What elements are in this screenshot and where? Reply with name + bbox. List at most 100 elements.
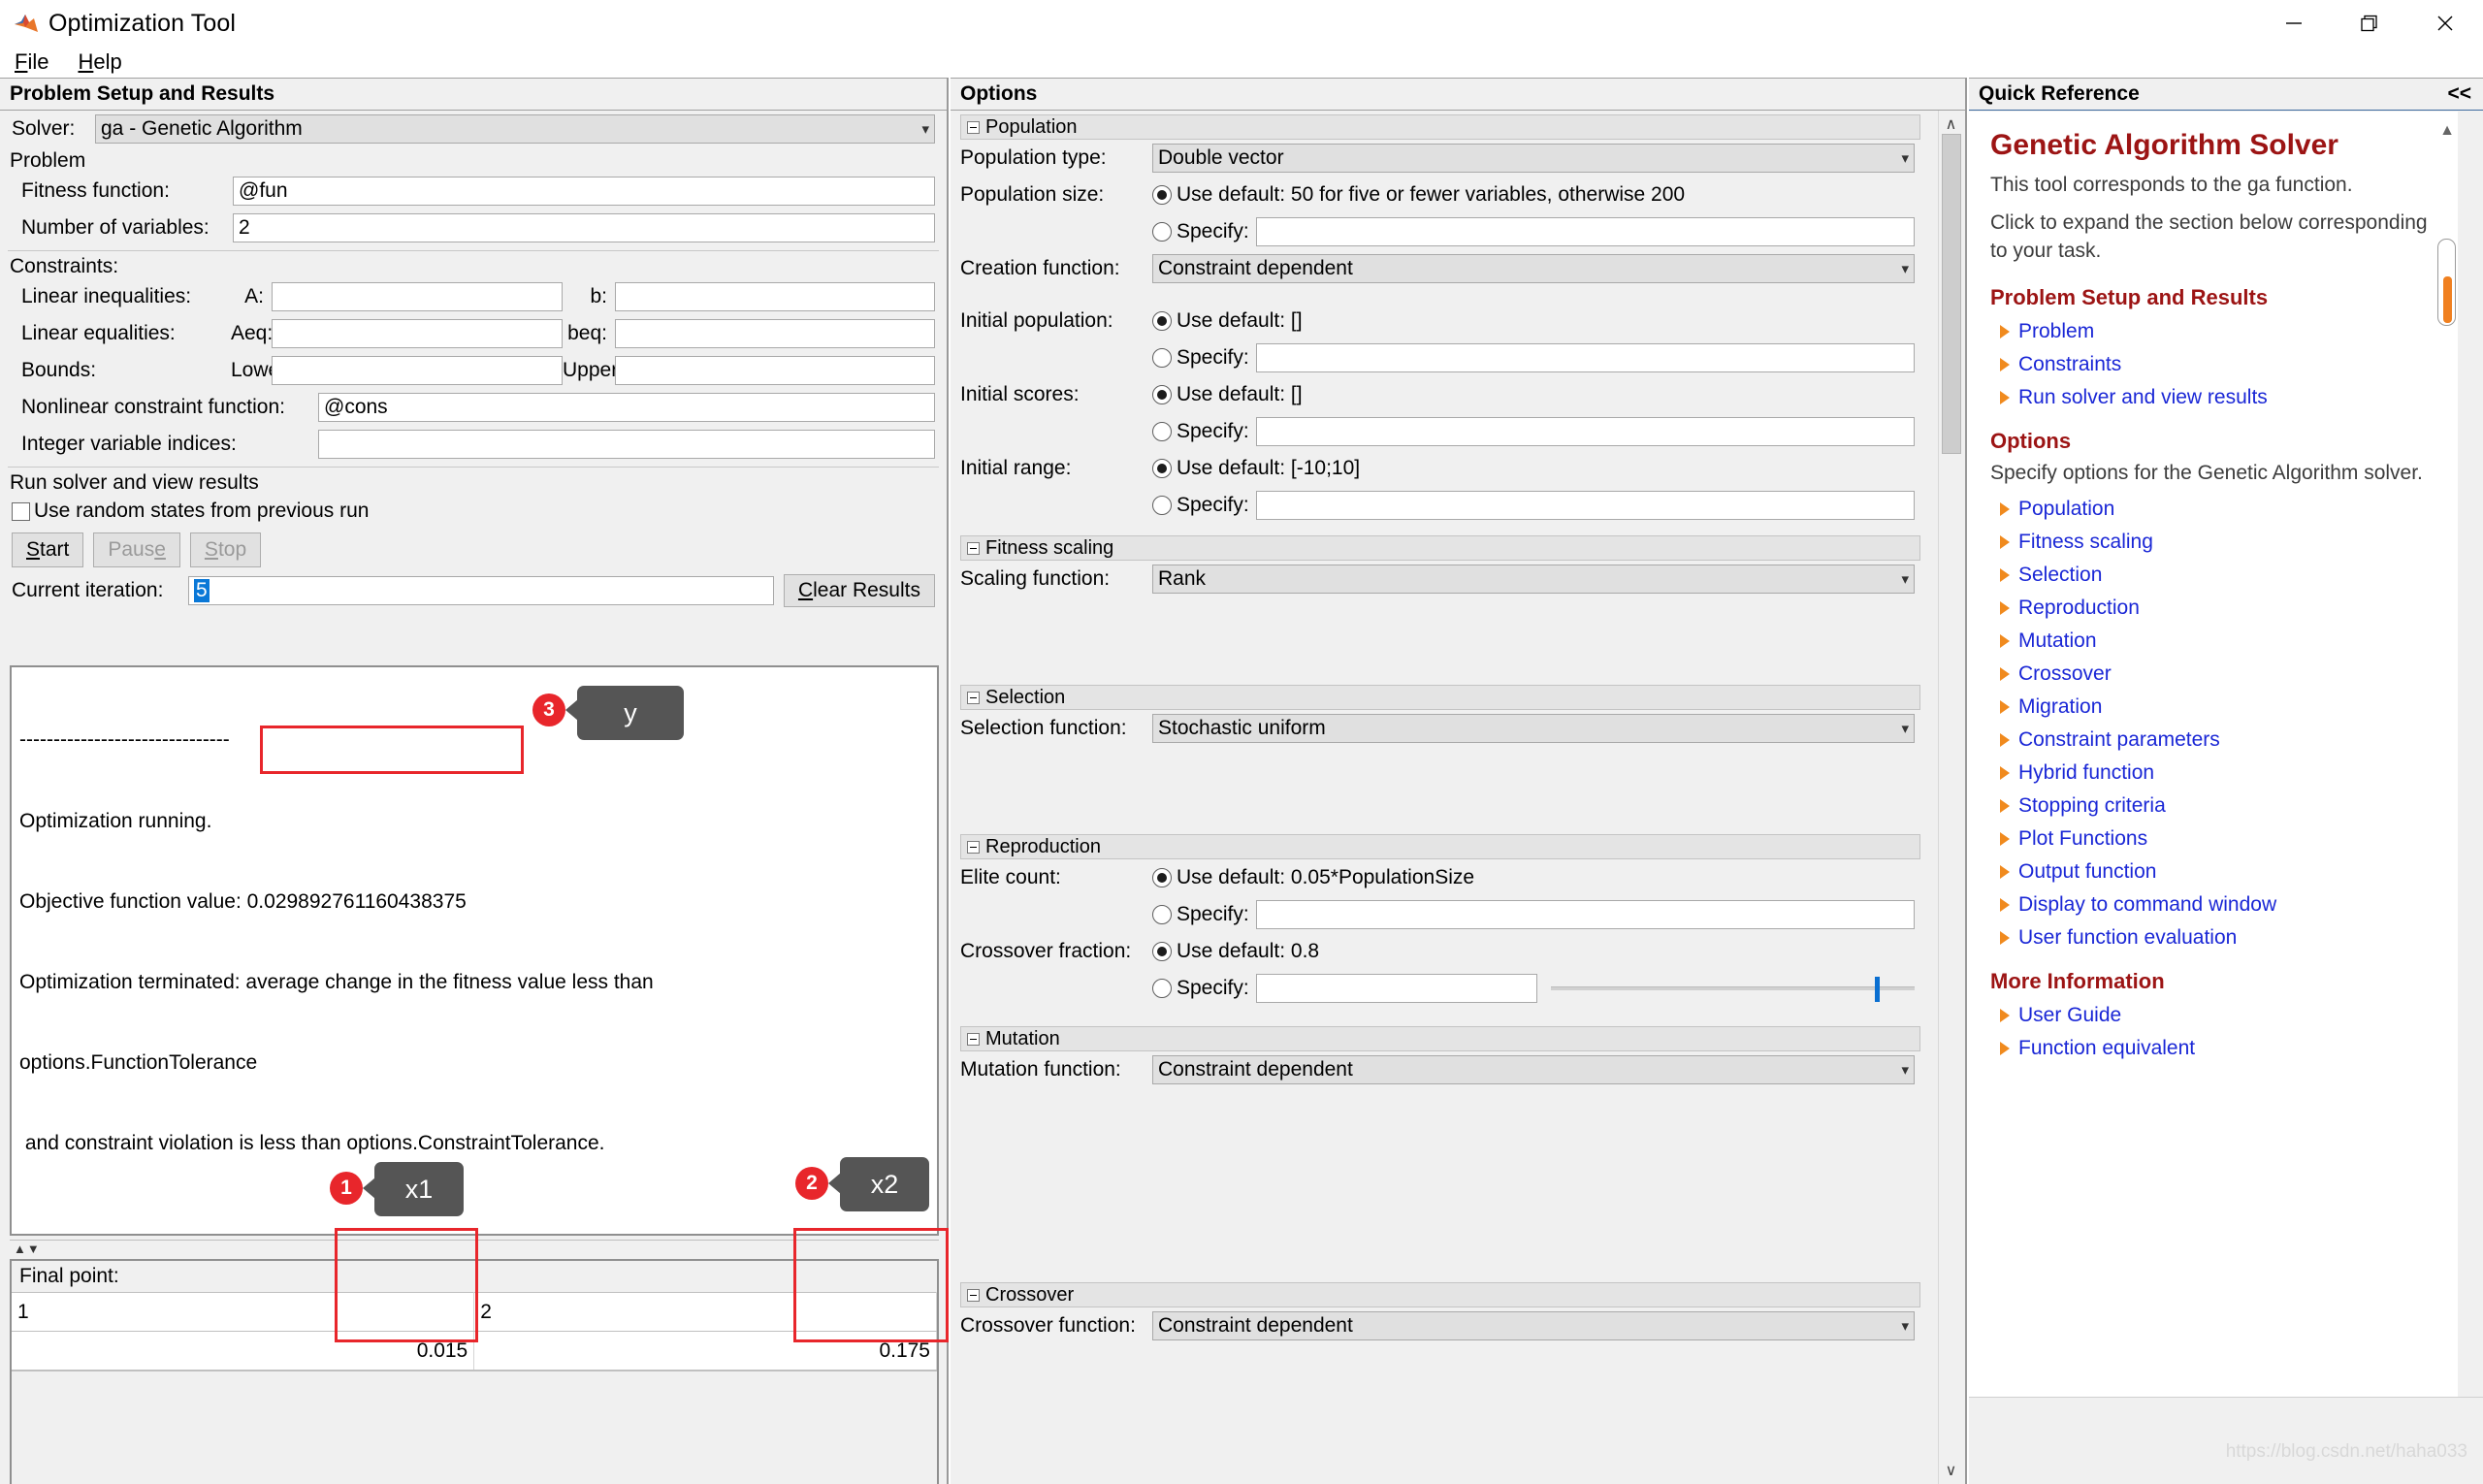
qr-link-stopping-criteria[interactable]: Stopping criteria xyxy=(2000,794,2442,818)
collapse-icon[interactable] xyxy=(967,1288,980,1302)
population-size-input[interactable] xyxy=(1256,217,1915,246)
scaling-function-select[interactable]: Rank ▾ xyxy=(1152,565,1915,594)
options-panel: Options Population Population type: Doub… xyxy=(951,78,1967,1484)
qr-link-fitness-scaling[interactable]: Fitness scaling xyxy=(2000,531,2442,554)
initial-scores-specify-radio[interactable] xyxy=(1152,422,1172,441)
section-population[interactable]: Population xyxy=(960,114,1920,140)
scrollbar-thumb[interactable] xyxy=(2437,239,2456,326)
matrix-a-input[interactable] xyxy=(272,282,563,311)
table-empty-area xyxy=(12,1371,937,1438)
crossover-fraction-input[interactable] xyxy=(1256,974,1537,1003)
initial-range-specify-radio[interactable] xyxy=(1152,496,1172,515)
qr-link-user-guide[interactable]: User Guide xyxy=(2000,1004,2442,1027)
creation-function-row: Creation function: Constraint dependent … xyxy=(951,250,1936,287)
qr-link-population[interactable]: Population xyxy=(2000,498,2442,521)
solver-select[interactable]: ga - Genetic Algorithm ▾ xyxy=(95,114,935,144)
vector-b-input[interactable] xyxy=(615,282,935,311)
integer-variable-input[interactable] xyxy=(318,430,935,459)
qr-link-crossover[interactable]: Crossover xyxy=(2000,662,2442,686)
qr-link-migration[interactable]: Migration xyxy=(2000,695,2442,719)
initial-population-specify-radio[interactable] xyxy=(1152,348,1172,368)
random-states-row[interactable]: Use random states from previous run xyxy=(0,495,947,528)
vector-beq-input[interactable] xyxy=(615,319,935,348)
section-mutation[interactable]: Mutation xyxy=(960,1026,1920,1051)
random-states-label: Use random states from previous run xyxy=(34,500,370,522)
elite-count-specify-radio[interactable] xyxy=(1152,905,1172,924)
elite-count-default-radio[interactable] xyxy=(1152,868,1172,887)
matrix-aeq-input[interactable] xyxy=(272,319,563,348)
chevron-down-icon: ▾ xyxy=(921,121,929,138)
chevron-down-icon: ▾ xyxy=(1901,1062,1909,1079)
population-size-specify-radio[interactable] xyxy=(1152,222,1172,242)
initial-range-default-radio[interactable] xyxy=(1152,459,1172,478)
qr-link-display-command-window[interactable]: Display to command window xyxy=(2000,893,2442,917)
qr-link-user-function-evaluation[interactable]: User function evaluation xyxy=(2000,926,2442,950)
elite-count-row: Elite count: Use default: 0.05*Populatio… xyxy=(951,859,1936,896)
menu-help[interactable]: Help xyxy=(75,49,124,75)
clear-results-button[interactable]: Clear Results xyxy=(783,574,935,607)
nonlinear-constraint-row: Nonlinear constraint function: @cons xyxy=(0,389,947,426)
quick-reference-scrollbar[interactable]: ▲ xyxy=(2436,122,2458,1387)
options-vertical-scrollbar[interactable]: ∧ ∨ xyxy=(1938,111,1963,1484)
collapse-icon[interactable] xyxy=(967,541,980,555)
lower-bound-input[interactable] xyxy=(272,356,563,385)
scrollbar-thumb[interactable] xyxy=(1941,134,1961,454)
maximize-restore-button[interactable] xyxy=(2332,0,2407,47)
mutation-function-select[interactable]: Constraint dependent ▾ xyxy=(1152,1055,1915,1084)
crossover-fraction-specify-radio[interactable] xyxy=(1152,979,1172,998)
initial-population-default-radio[interactable] xyxy=(1152,311,1172,331)
collapse-icon[interactable] xyxy=(967,120,980,134)
selection-function-select[interactable]: Stochastic uniform ▾ xyxy=(1152,714,1915,743)
qr-link-constraints[interactable]: Constraints xyxy=(2000,353,2442,376)
scroll-down-icon[interactable]: ∨ xyxy=(1946,1457,1957,1484)
nonlinear-constraint-input[interactable]: @cons xyxy=(318,393,935,422)
qr-link-function-equivalent[interactable]: Function equivalent xyxy=(2000,1037,2442,1060)
qr-link-problem[interactable]: Problem xyxy=(2000,320,2442,343)
collapse-icon[interactable] xyxy=(967,840,980,854)
qr-link-mutation[interactable]: Mutation xyxy=(2000,629,2442,653)
initial-range-input[interactable] xyxy=(1256,491,1915,520)
results-output[interactable]: ------------------------------- Optimiza… xyxy=(10,665,939,1236)
qr-link-reproduction[interactable]: Reproduction xyxy=(2000,597,2442,620)
qr-link-output-function[interactable]: Output function xyxy=(2000,860,2442,884)
start-button[interactable]: Start xyxy=(12,532,84,567)
section-crossover[interactable]: Crossover xyxy=(960,1282,1920,1307)
qr-link-constraint-parameters[interactable]: Constraint parameters xyxy=(2000,728,2442,752)
collapse-icon[interactable] xyxy=(967,691,980,704)
panel-splitter[interactable]: ▲▼ xyxy=(10,1240,939,1257)
crossover-fraction-default-radio[interactable] xyxy=(1152,942,1172,961)
random-states-checkbox[interactable] xyxy=(12,501,30,521)
elite-count-input[interactable] xyxy=(1256,900,1915,929)
current-iteration-input[interactable]: 5 xyxy=(188,576,774,605)
qr-link-plot-functions[interactable]: Plot Functions xyxy=(2000,827,2442,851)
crossover-fraction-slider[interactable] xyxy=(1551,977,1915,1002)
qr-link-hybrid-function[interactable]: Hybrid function xyxy=(2000,761,2442,785)
collapse-panel-button[interactable]: << xyxy=(2447,82,2471,106)
initial-scores-input[interactable] xyxy=(1256,417,1915,446)
crossover-function-select[interactable]: Constraint dependent ▾ xyxy=(1152,1311,1915,1340)
annotation-tip-x1: x1 xyxy=(374,1162,464,1216)
collapse-icon[interactable] xyxy=(967,1032,980,1046)
initial-population-input[interactable] xyxy=(1256,343,1915,372)
problem-group-label: Problem xyxy=(10,149,86,172)
qr-link-run-solver[interactable]: Run solver and view results xyxy=(2000,386,2442,409)
creation-function-select[interactable]: Constraint dependent ▾ xyxy=(1152,254,1915,283)
menu-file[interactable]: File xyxy=(12,49,51,75)
section-fitness-scaling[interactable]: Fitness scaling xyxy=(960,535,1920,561)
upper-bound-input[interactable] xyxy=(615,356,935,385)
close-button[interactable] xyxy=(2407,0,2483,47)
quick-reference-header: Quick Reference << xyxy=(1969,78,2483,111)
initial-scores-default-radio[interactable] xyxy=(1152,385,1172,404)
number-of-variables-input[interactable]: 2 xyxy=(233,213,935,242)
population-size-default-radio[interactable] xyxy=(1152,185,1172,205)
watermark-text: https://blog.csdn.net/haha033 xyxy=(2225,1441,2467,1462)
fitness-function-input[interactable]: @fun xyxy=(233,177,935,206)
population-type-select[interactable]: Double vector ▾ xyxy=(1152,144,1915,173)
section-reproduction[interactable]: Reproduction xyxy=(960,834,1920,859)
minimize-button[interactable] xyxy=(2256,0,2332,47)
section-selection[interactable]: Selection xyxy=(960,685,1920,710)
scroll-up-icon[interactable]: ▲ xyxy=(2436,122,2458,140)
fitness-function-row: Fitness function: @fun xyxy=(0,173,947,210)
slider-handle[interactable] xyxy=(1875,977,1880,1002)
qr-link-selection[interactable]: Selection xyxy=(2000,564,2442,587)
